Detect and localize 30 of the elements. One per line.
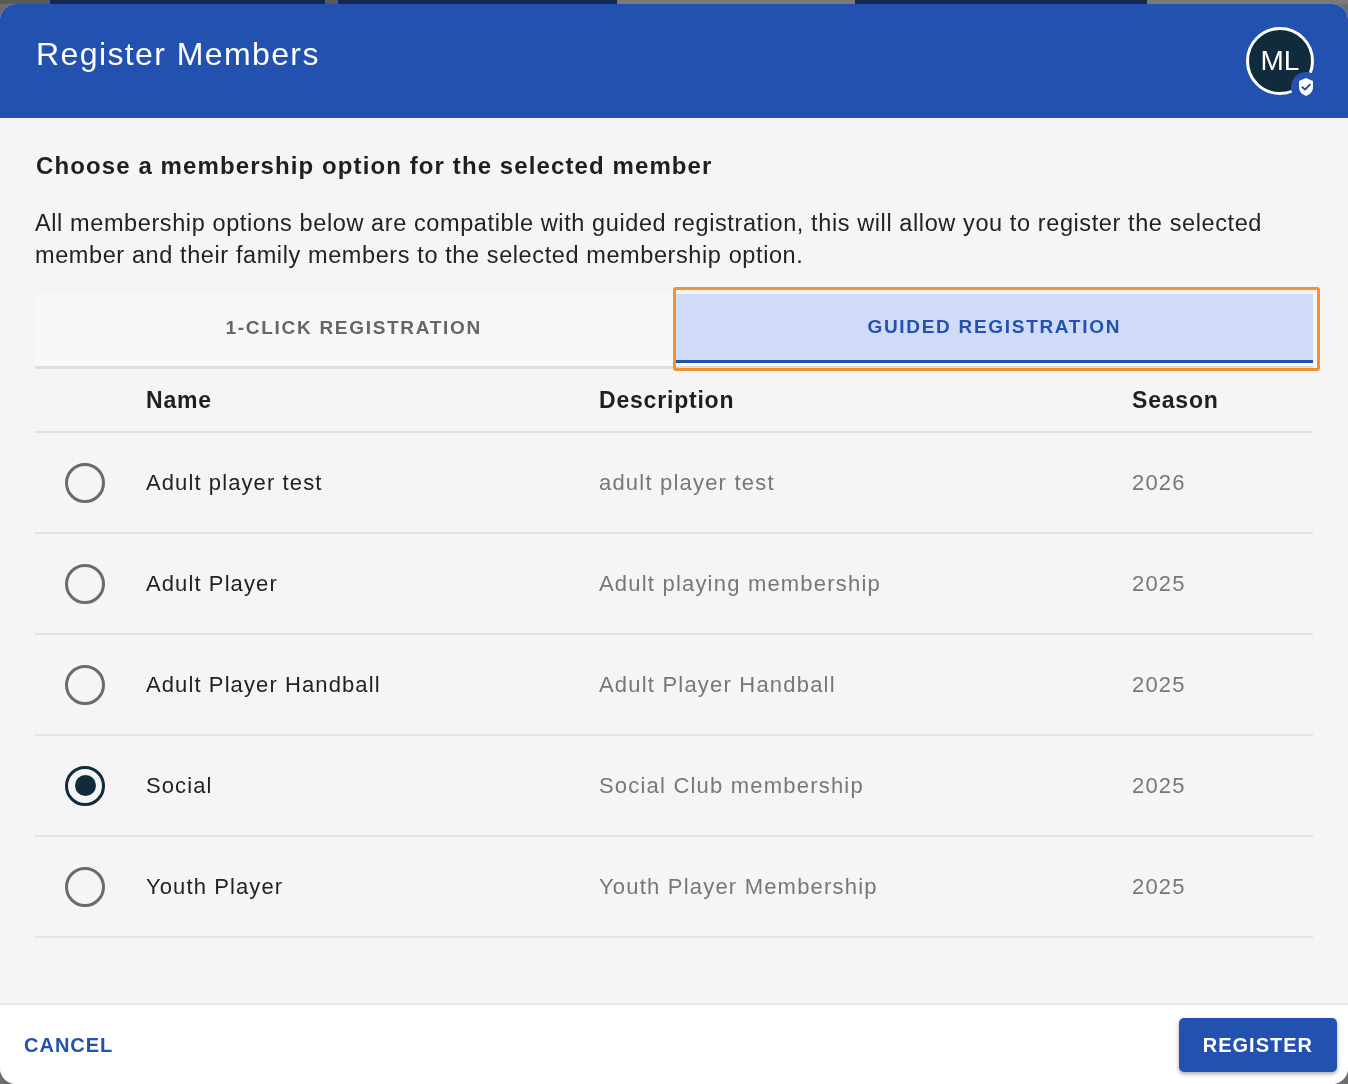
name-cell-text: Youth Player [146, 873, 285, 901]
name-cell-text: Adult player test [146, 469, 324, 497]
register-button[interactable]: REGISTER [1178, 1017, 1337, 1072]
tab[interactable]: GUIDED REGISTRATION [675, 294, 1313, 363]
season-cell-text: 2025 [1132, 671, 1187, 699]
column-header: Name [146, 386, 213, 415]
season-cell-text: 2025 [1132, 873, 1187, 901]
description-text: All membership options below are compatible with guided registration, this will allow you to register the selected member and their family members to the selected membership option. [35, 209, 1263, 270]
tab[interactable]: 1-CLICK REGISTRATION [35, 294, 673, 366]
dialog-title: Register Members [36, 35, 320, 74]
column-header: Season [1132, 386, 1220, 415]
radio-button[interactable] [65, 462, 105, 503]
name-cell-text: Social [146, 772, 214, 800]
description-cell-text: Adult Player Handball [599, 671, 837, 699]
season-cell-text: 2025 [1132, 570, 1187, 598]
season-cell-text: 2025 [1132, 772, 1187, 800]
column-header: Description [599, 386, 736, 415]
description-cell-text: Social Club membership [599, 772, 865, 800]
season-cell-text: 2026 [1132, 469, 1187, 497]
name-cell-text: Adult Player [146, 570, 279, 598]
radio-button[interactable] [65, 664, 105, 705]
description-cell-text: Adult playing membership [599, 570, 882, 598]
cancel-button[interactable]: CANCEL [14, 1021, 124, 1068]
radio-button[interactable] [65, 563, 105, 604]
section-heading: Choose a membership option for the selected member [35, 151, 714, 181]
name-cell-text: Adult Player Handball [146, 671, 382, 699]
description-cell-text: Youth Player Membership [599, 873, 879, 901]
description-cell-text: adult player test [599, 469, 776, 497]
radio-button[interactable] [65, 866, 105, 907]
radio-button[interactable] [65, 765, 105, 806]
